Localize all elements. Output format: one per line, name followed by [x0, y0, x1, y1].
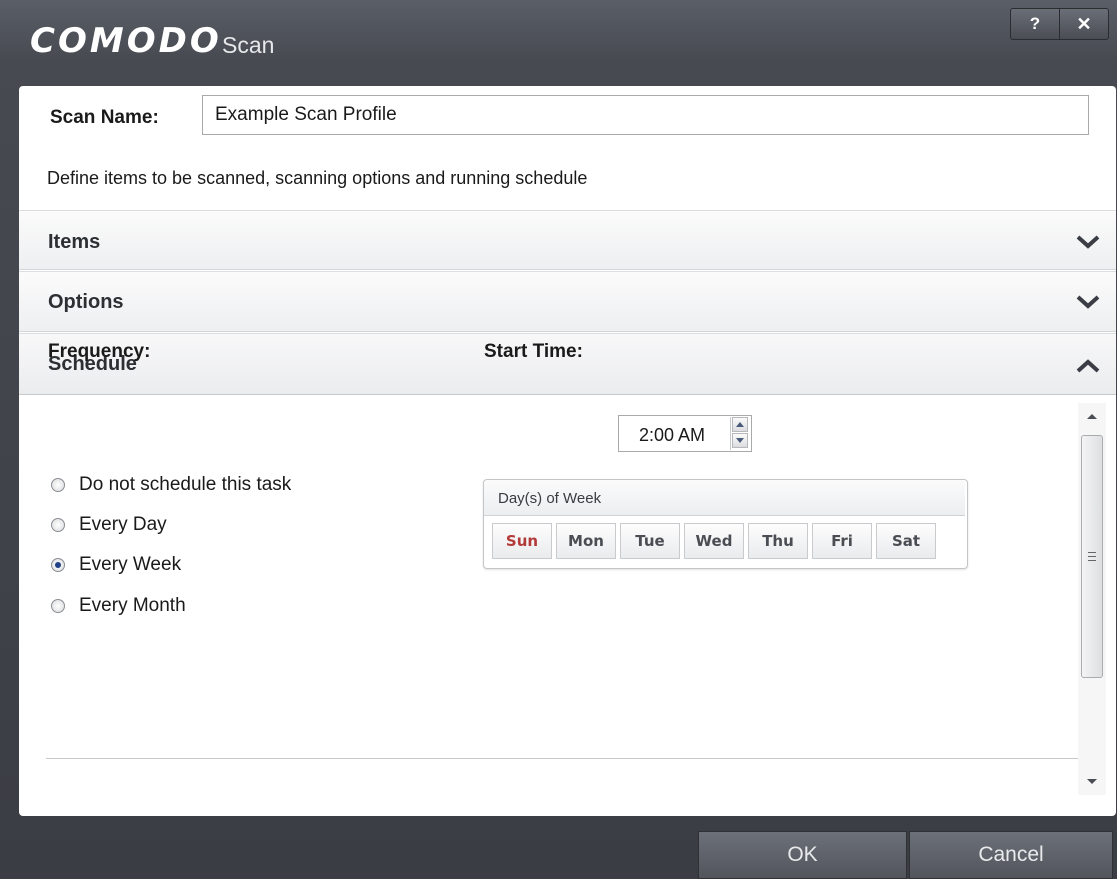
scan-name-label: Scan Name:: [50, 107, 159, 128]
scan-name-input[interactable]: [202, 95, 1089, 135]
days-of-week-group: Day(s) of Week Sun Mon Tue Wed Thu Fri S…: [483, 479, 968, 569]
start-time-label: Start Time:: [484, 341, 583, 362]
day-buttons: Sun Mon Tue Wed Thu Fri Sat: [492, 523, 940, 559]
days-of-week-header: Day(s) of Week: [484, 480, 965, 516]
grip-icon: [1088, 552, 1096, 561]
frequency-label: Frequency:: [48, 341, 151, 362]
content-divider: [46, 758, 1080, 759]
radio-button[interactable]: [51, 478, 65, 492]
section-items-label: Items: [48, 231, 101, 253]
radio-option-every-month[interactable]: Every Month: [51, 594, 186, 618]
scan-dialog: COMODO Scan ? ✕ Scan Name: Define items …: [0, 0, 1117, 879]
chevron-down-icon: [1076, 295, 1100, 309]
start-time-value[interactable]: 2:00 AM: [639, 425, 705, 446]
day-button-tue[interactable]: Tue: [620, 523, 680, 559]
chevron-down-icon: [1076, 235, 1100, 249]
day-button-fri[interactable]: Fri: [812, 523, 872, 559]
comodo-logo: COMODO: [30, 21, 222, 61]
scroll-down-icon[interactable]: [1087, 779, 1097, 784]
radio-button[interactable]: [51, 558, 65, 572]
radio-label: Every Week: [79, 554, 182, 575]
radio-button[interactable]: [51, 518, 65, 532]
days-of-week-title: Day(s) of Week: [498, 490, 602, 507]
description-text: Define items to be scanned, scanning opt…: [47, 168, 588, 188]
vertical-scrollbar[interactable]: [1078, 403, 1106, 795]
ok-button[interactable]: OK: [698, 831, 907, 879]
radio-label: Every Month: [79, 595, 186, 616]
scrollbar-thumb[interactable]: [1081, 435, 1103, 678]
time-spin-buttons: [730, 417, 750, 450]
close-button[interactable]: ✕: [1059, 8, 1109, 40]
start-time-spinner[interactable]: 2:00 AM: [618, 415, 752, 452]
radio-label: Every Day: [79, 514, 167, 535]
section-items-header[interactable]: Items: [19, 210, 1116, 270]
section-options-header[interactable]: Options: [19, 271, 1116, 332]
radio-option-every-week[interactable]: Every Week: [51, 553, 181, 577]
spin-up-icon[interactable]: [732, 417, 748, 432]
radio-button[interactable]: [51, 599, 65, 613]
scroll-up-icon[interactable]: [1087, 414, 1097, 419]
help-button[interactable]: ?: [1010, 8, 1060, 40]
window-title: Scan: [222, 32, 275, 58]
day-button-sat[interactable]: Sat: [876, 523, 936, 559]
cancel-button[interactable]: Cancel: [909, 831, 1113, 879]
radio-option-every-day[interactable]: Every Day: [51, 513, 167, 537]
chevron-up-icon: [1076, 359, 1100, 373]
day-button-mon[interactable]: Mon: [556, 523, 616, 559]
content-panel: Scan Name: Define items to be scanned, s…: [19, 86, 1116, 816]
day-button-wed[interactable]: Wed: [684, 523, 744, 559]
day-button-sun[interactable]: Sun: [492, 523, 552, 559]
radio-option-no-schedule[interactable]: Do not schedule this task: [51, 473, 291, 497]
day-button-thu[interactable]: Thu: [748, 523, 808, 559]
spin-down-icon[interactable]: [732, 433, 748, 448]
section-options-label: Options: [48, 291, 124, 313]
title-bar[interactable]: COMODO Scan ? ✕: [0, 0, 1117, 88]
radio-label: Do not schedule this task: [79, 474, 292, 495]
